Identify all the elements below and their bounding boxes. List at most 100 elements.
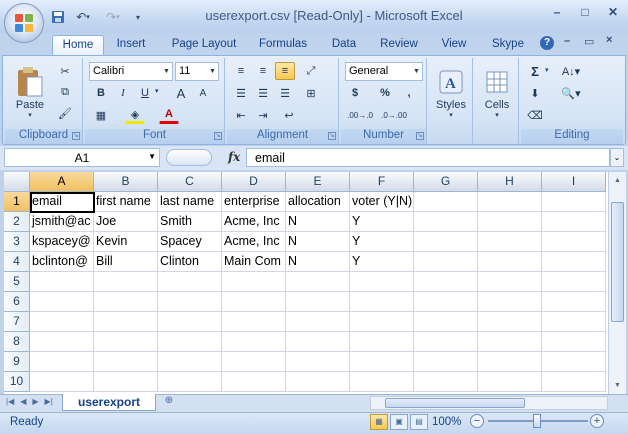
column-header-e[interactable]: E bbox=[286, 172, 350, 192]
cell-c4[interactable]: Clinton bbox=[158, 252, 222, 272]
insert-function-button[interactable]: fx bbox=[228, 150, 240, 164]
zoom-out-icon[interactable]: − bbox=[470, 414, 484, 428]
workbook-close-icon[interactable]: × bbox=[606, 34, 612, 46]
cell-g7[interactable] bbox=[414, 312, 478, 332]
column-header-f[interactable]: F bbox=[350, 172, 414, 192]
font-name-combo[interactable]: Calibri ▼ bbox=[89, 62, 173, 81]
cell-h2[interactable] bbox=[478, 212, 542, 232]
italic-button[interactable]: I bbox=[113, 84, 133, 102]
cell-a7[interactable] bbox=[30, 312, 94, 332]
cell-h4[interactable] bbox=[478, 252, 542, 272]
cell-e5[interactable] bbox=[286, 272, 350, 292]
grow-font-button[interactable]: A bbox=[171, 84, 191, 102]
cell-e1[interactable]: allocation bbox=[286, 192, 350, 212]
cell-i1[interactable] bbox=[542, 192, 606, 212]
autosum-button[interactable]: Σ bbox=[525, 62, 545, 80]
column-header-i[interactable]: I bbox=[542, 172, 606, 192]
cell-h9[interactable] bbox=[478, 352, 542, 372]
cell-d4[interactable]: Main Com bbox=[222, 252, 286, 272]
clear-icon[interactable]: ⌫ bbox=[525, 106, 545, 124]
column-header-a[interactable]: A bbox=[30, 172, 94, 192]
wrap-text-icon[interactable]: ↩ bbox=[279, 106, 299, 124]
row-header[interactable]: 1 bbox=[4, 192, 30, 212]
dialog-launcher-icon[interactable]: ↘ bbox=[328, 132, 336, 140]
scroll-up-icon[interactable]: ▲ bbox=[610, 173, 625, 188]
chevron-down-icon[interactable]: ▼ bbox=[148, 152, 156, 161]
cell-g8[interactable] bbox=[414, 332, 478, 352]
styles-button[interactable]: A Styles ▾ bbox=[431, 62, 471, 126]
cell-a3[interactable]: kspacey@ bbox=[30, 232, 94, 252]
prev-sheet-icon[interactable]: ◀ bbox=[20, 397, 26, 406]
cell-f1[interactable]: voter (Y|N) bbox=[350, 192, 414, 212]
ribbon-restore-icon[interactable]: ▭ bbox=[584, 35, 594, 48]
cell-i10[interactable] bbox=[542, 372, 606, 392]
cell-c7[interactable] bbox=[158, 312, 222, 332]
cell-f7[interactable] bbox=[350, 312, 414, 332]
cell-c10[interactable] bbox=[158, 372, 222, 392]
cell-e6[interactable] bbox=[286, 292, 350, 312]
increase-decimal-button[interactable]: .00→.0 bbox=[345, 106, 375, 124]
comma-button[interactable]: , bbox=[399, 84, 419, 102]
normal-view-icon[interactable]: ▦ bbox=[370, 414, 388, 430]
cell-e4[interactable]: N bbox=[286, 252, 350, 272]
cell-h5[interactable] bbox=[478, 272, 542, 292]
cell-i3[interactable] bbox=[542, 232, 606, 252]
fill-color-icon[interactable]: ◈ bbox=[125, 106, 145, 124]
align-top-icon[interactable]: ≡ bbox=[231, 62, 251, 80]
expand-formula-bar-icon[interactable]: ⌄ bbox=[610, 148, 624, 167]
tab-skype[interactable]: Skype bbox=[486, 35, 530, 55]
cell-i9[interactable] bbox=[542, 352, 606, 372]
tab-data[interactable]: Data bbox=[326, 35, 362, 55]
horizontal-scroll-thumb[interactable] bbox=[385, 398, 525, 408]
office-button[interactable] bbox=[4, 3, 44, 43]
cell-c9[interactable] bbox=[158, 352, 222, 372]
chevron-down-icon[interactable]: ▼ bbox=[207, 63, 218, 80]
column-header-h[interactable]: H bbox=[478, 172, 542, 192]
cell-d8[interactable] bbox=[222, 332, 286, 352]
ribbon-minimize-icon[interactable]: – bbox=[564, 35, 570, 47]
zoom-level[interactable]: 100% bbox=[432, 416, 461, 428]
cell-c3[interactable]: Spacey bbox=[158, 232, 222, 252]
cell-i2[interactable] bbox=[542, 212, 606, 232]
percent-button[interactable]: % bbox=[375, 84, 395, 102]
formula-input[interactable]: email bbox=[246, 148, 610, 167]
sort-filter-icon[interactable]: A↓▾ bbox=[557, 62, 585, 80]
tab-home[interactable]: Home bbox=[52, 35, 104, 55]
cell-i6[interactable] bbox=[542, 292, 606, 312]
cell-h10[interactable] bbox=[478, 372, 542, 392]
paste-button[interactable]: Paste ▾ bbox=[11, 62, 49, 122]
cell-a2[interactable]: jsmith@ac bbox=[30, 212, 94, 232]
row-header[interactable]: 4 bbox=[4, 252, 30, 272]
tab-view[interactable]: View bbox=[436, 35, 472, 55]
cell-b10[interactable] bbox=[94, 372, 158, 392]
row-header[interactable]: 7 bbox=[4, 312, 30, 332]
cell-d3[interactable]: Acme, Inc bbox=[222, 232, 286, 252]
cell-f2[interactable]: Y bbox=[350, 212, 414, 232]
cell-f4[interactable]: Y bbox=[350, 252, 414, 272]
cell-b6[interactable] bbox=[94, 292, 158, 312]
vertical-scroll-thumb[interactable] bbox=[611, 202, 624, 322]
cell-c2[interactable]: Smith bbox=[158, 212, 222, 232]
cell-b9[interactable] bbox=[94, 352, 158, 372]
shrink-font-button[interactable]: A bbox=[193, 84, 213, 102]
cell-f6[interactable] bbox=[350, 292, 414, 312]
cell-g5[interactable] bbox=[414, 272, 478, 292]
cell-b3[interactable]: Kevin bbox=[94, 232, 158, 252]
next-sheet-icon[interactable]: ▶ bbox=[32, 397, 38, 406]
cell-a9[interactable] bbox=[30, 352, 94, 372]
row-header[interactable]: 5 bbox=[4, 272, 30, 292]
cell-d2[interactable]: Acme, Inc bbox=[222, 212, 286, 232]
currency-button[interactable]: $ bbox=[345, 84, 365, 102]
cell-b5[interactable] bbox=[94, 272, 158, 292]
cell-b4[interactable]: Bill bbox=[94, 252, 158, 272]
insert-sheet-icon[interactable]: ⊕ bbox=[158, 395, 180, 410]
cell-e3[interactable]: N bbox=[286, 232, 350, 252]
orientation-icon[interactable]: ⤢ bbox=[301, 62, 321, 80]
cell-f3[interactable]: Y bbox=[350, 232, 414, 252]
cell-d7[interactable] bbox=[222, 312, 286, 332]
cell-c6[interactable] bbox=[158, 292, 222, 312]
cell-h3[interactable] bbox=[478, 232, 542, 252]
align-right-icon[interactable]: ☰ bbox=[275, 84, 295, 102]
cell-e9[interactable] bbox=[286, 352, 350, 372]
cell-b7[interactable] bbox=[94, 312, 158, 332]
